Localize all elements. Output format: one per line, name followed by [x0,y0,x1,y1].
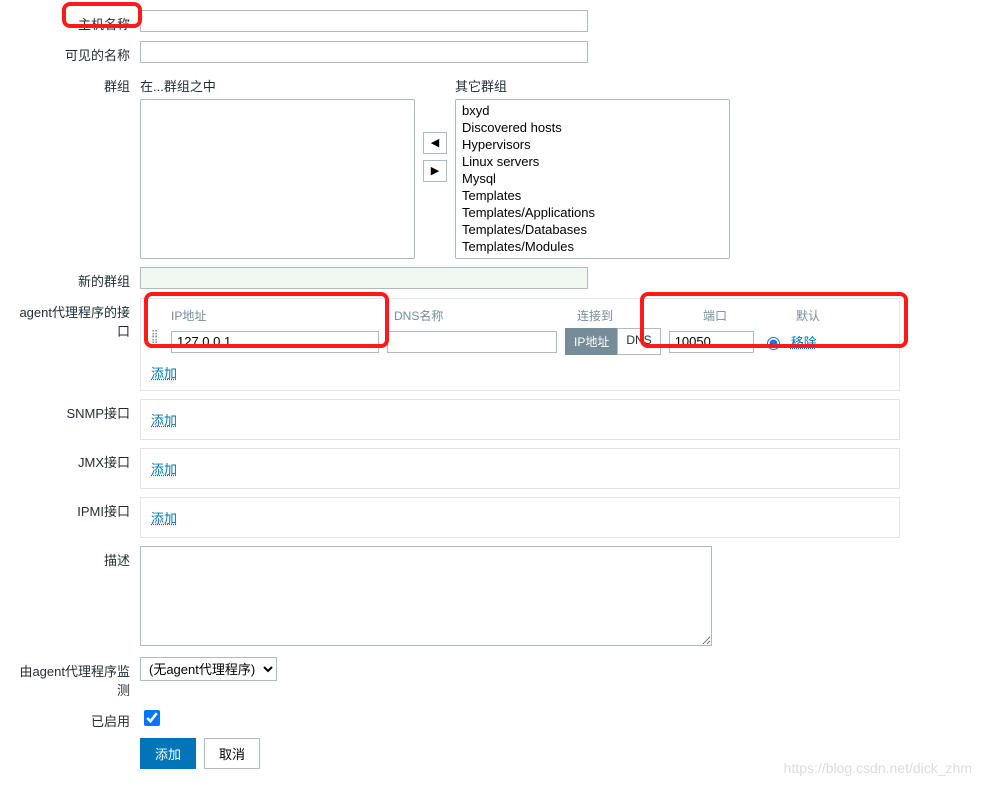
group-option[interactable]: Mysql [458,170,727,187]
default-radio[interactable] [767,337,780,350]
in-groups-title: 在...群组之中 [140,72,415,95]
group-option[interactable]: Templates/Applications [458,204,727,221]
group-option[interactable]: Templates/Databases [458,221,727,238]
group-option[interactable]: Templates/Network Devices [458,255,727,259]
snmp-label: SNMP接口 [10,399,140,422]
ipmi-label: IPMI接口 [10,497,140,520]
ip-input[interactable] [171,331,379,353]
ip-header: IP地址 [171,307,386,324]
remove-iface-link[interactable]: 移除 [791,332,817,351]
visible-name-label: 可见的名称 [10,41,140,64]
agent-iface-box: IP地址 DNS名称 连接到 端口 默认 ⠿⠿ IP地址 DNS 移除 添加 [140,298,900,391]
other-groups-title: 其它群组 [455,72,730,95]
connect-header: 连接到 [577,307,645,324]
description-textarea[interactable] [140,546,712,646]
connect-ip-button[interactable]: IP地址 [565,328,617,355]
proxy-select[interactable]: (无agent代理程序) [140,657,277,681]
add-jmx-link[interactable]: 添加 [151,462,177,477]
snmp-box: 添加 [140,399,900,440]
add-ipmi-link[interactable]: 添加 [151,511,177,526]
port-header: 端口 [703,307,788,324]
default-header: 默认 [796,307,846,324]
group-option[interactable]: Linux servers [458,153,727,170]
dns-header: DNS名称 [394,307,569,324]
group-option[interactable]: Templates/Modules [458,238,727,255]
cancel-button[interactable]: 取消 [204,738,260,769]
hostname-input[interactable] [140,10,588,32]
group-option[interactable]: Discovered hosts [458,119,727,136]
new-group-label: 新的群组 [10,267,140,290]
move-right-button[interactable]: ▶ [423,160,447,182]
jmx-label: JMX接口 [10,448,140,471]
other-groups-listbox[interactable]: bxydDiscovered hostsHypervisorsLinux ser… [455,99,730,259]
visible-name-input[interactable] [140,41,588,63]
group-option[interactable]: bxyd [458,102,727,119]
jmx-box: 添加 [140,448,900,489]
group-option[interactable]: Hypervisors [458,136,727,153]
new-group-input[interactable] [140,267,588,289]
ipmi-box: 添加 [140,497,900,538]
dns-input[interactable] [387,331,557,353]
group-option[interactable]: Templates [458,187,727,204]
drag-handle-icon[interactable]: ⠿⠿ [151,333,163,351]
add-snmp-link[interactable]: 添加 [151,413,177,428]
monitored-by-label: 由agent代理程序监测 [10,657,140,699]
port-input[interactable] [669,331,754,353]
watermark: https://blog.csdn.net/dick_zhm [784,760,972,776]
enabled-label: 已启用 [10,707,140,730]
hostname-label: 主机名称 [10,10,140,33]
groups-label: 群组 [10,72,140,95]
description-label: 描述 [10,546,140,569]
in-groups-listbox[interactable] [140,99,415,259]
agent-iface-label: agent代理程序的接口 [10,298,140,340]
enabled-checkbox[interactable] [144,710,160,726]
add-button[interactable]: 添加 [140,738,196,769]
move-left-button[interactable]: ◀ [423,132,447,154]
connect-to-toggle[interactable]: IP地址 DNS [565,328,661,355]
add-agent-iface-link[interactable]: 添加 [151,363,177,382]
connect-dns-button[interactable]: DNS [617,328,660,355]
